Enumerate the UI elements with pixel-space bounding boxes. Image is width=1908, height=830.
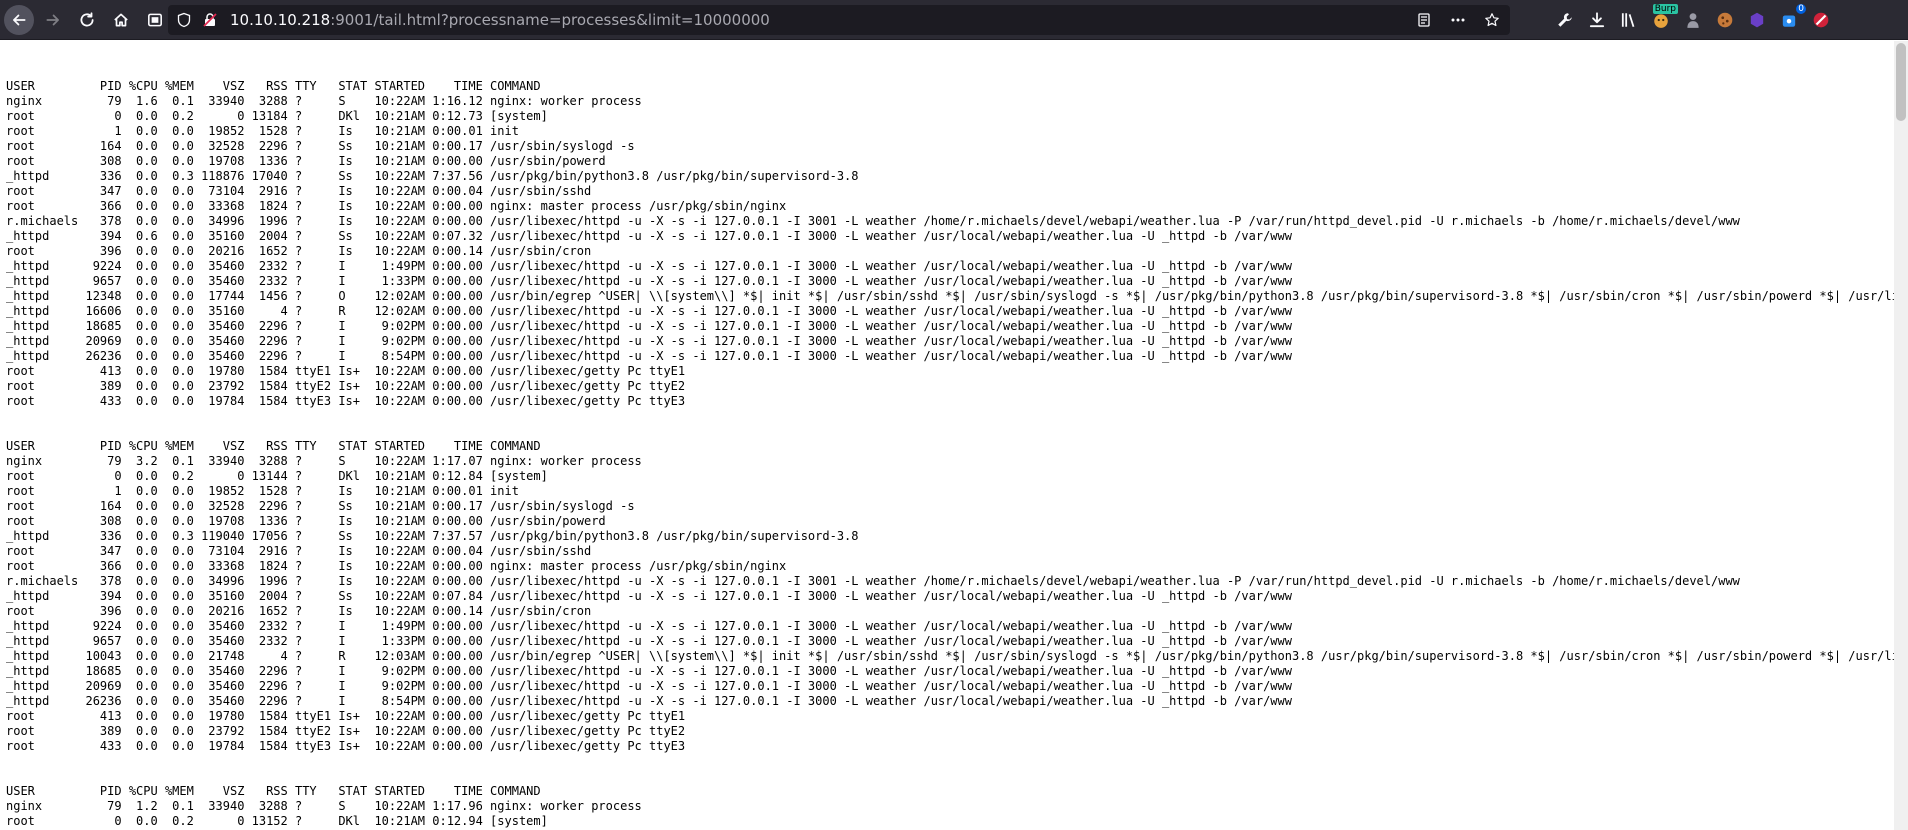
vpn-extension-icon[interactable]: 0 <box>1778 4 1806 32</box>
back-arrow-icon <box>13 14 26 25</box>
block-extension-icon[interactable] <box>1810 8 1832 32</box>
back-button[interactable] <box>4 4 34 35</box>
reload-icon <box>80 11 94 26</box>
insecure-lock-icon[interactable] <box>202 11 220 29</box>
url-text[interactable]: 10.10.10.218:9001/tail.html?processname=… <box>230 11 770 29</box>
hexagon-extension-icon[interactable] <box>1746 8 1768 32</box>
toolbar-extensions: Burp 0 <box>1554 4 1832 32</box>
wrench-icon[interactable] <box>1554 8 1576 32</box>
browser-toolbar: 10.10.10.218:9001/tail.html?processname=… <box>0 0 1908 40</box>
url-path: :9001/tail.html?processname=processes&li… <box>330 11 770 29</box>
reload-button[interactable] <box>72 5 102 35</box>
url-host: 10.10.10.218 <box>230 11 331 29</box>
forward-button[interactable] <box>38 5 68 35</box>
reader-view-icon[interactable] <box>1414 10 1434 30</box>
address-bar[interactable]: 10.10.10.218:9001/tail.html?processname=… <box>168 5 1510 35</box>
forward-arrow-icon <box>46 14 59 25</box>
vertical-scrollbar[interactable] <box>1894 41 1908 830</box>
process-log: USER PID %CPU %MEM VSZ RSS TTY STAT STAR… <box>6 79 1907 830</box>
shield-icon[interactable] <box>176 11 194 29</box>
screenshot-button[interactable] <box>140 5 170 35</box>
cookie-extension-icon[interactable] <box>1714 8 1736 32</box>
burp-badge: Burp <box>1652 4 1678 14</box>
download-icon[interactable] <box>1586 8 1608 32</box>
burp-extension-icon[interactable]: Burp <box>1650 4 1678 32</box>
puppet-extension-icon[interactable] <box>1682 8 1704 32</box>
screenshot-icon <box>148 13 162 26</box>
extension-badge-count: 0 <box>1796 4 1806 14</box>
library-icon[interactable] <box>1618 8 1640 32</box>
page-actions-icon[interactable] <box>1448 10 1468 30</box>
scrollbar-thumb[interactable] <box>1896 43 1906 121</box>
bookmark-star-icon[interactable] <box>1482 10 1502 30</box>
home-icon <box>114 13 128 26</box>
home-button[interactable] <box>106 5 136 35</box>
page-content: USER PID %CPU %MEM VSZ RSS TTY STAT STAR… <box>0 41 1908 830</box>
